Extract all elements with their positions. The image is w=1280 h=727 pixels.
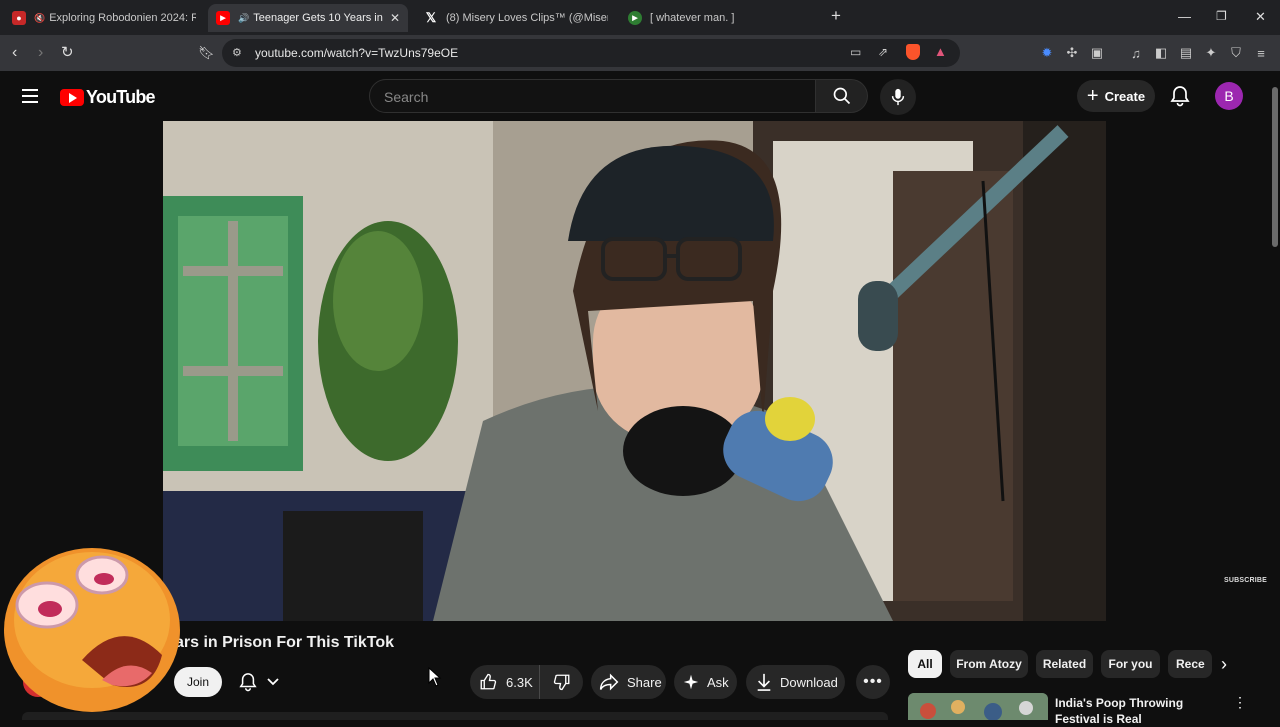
browser-toolbar: ‹ › ↻ 🔖︎ ⚙ youtube.com/watch?v=TwzUns79e… bbox=[0, 35, 1280, 71]
dislike-button[interactable] bbox=[540, 665, 583, 699]
bookmark-icon[interactable]: 🔖︎ bbox=[198, 45, 215, 61]
plus-icon: + bbox=[1086, 84, 1099, 107]
share-page-icon[interactable]: ⇗ bbox=[878, 45, 888, 59]
leo-ai-icon[interactable]: ✦ bbox=[1203, 45, 1219, 61]
music-icon[interactable]: ♫ bbox=[1128, 45, 1144, 61]
tab-label: Teenager Gets 10 Years in Pri bbox=[253, 12, 384, 24]
tab-label: [ whatever man. ] bbox=[650, 12, 735, 24]
youtube-play-icon bbox=[60, 89, 84, 106]
youtube-logo[interactable]: YouTube bbox=[60, 87, 156, 108]
wallet-icon[interactable]: ▤ bbox=[1178, 45, 1194, 61]
speaker-icon: 🔊 bbox=[238, 12, 250, 23]
microphone-icon bbox=[891, 88, 905, 106]
close-window-icon[interactable]: ✕ bbox=[1255, 9, 1266, 25]
like-button[interactable]: 6.3K bbox=[470, 665, 540, 699]
tab-label: Exploring Robodonien 2024: Rob bbox=[49, 12, 196, 24]
page-scrollbar[interactable] bbox=[1270, 71, 1280, 720]
cast-icon[interactable]: ▭ bbox=[850, 45, 861, 59]
like-count: 6.3K bbox=[506, 674, 533, 690]
media-icon[interactable]: ▣ bbox=[1089, 45, 1105, 61]
scrollbar-thumb[interactable] bbox=[1272, 87, 1278, 247]
back-icon[interactable]: ‹ bbox=[12, 44, 17, 62]
bell-icon bbox=[1170, 86, 1190, 107]
close-tab-icon[interactable]: ✕ bbox=[390, 11, 400, 25]
chevron-right-icon[interactable]: › bbox=[1212, 652, 1236, 676]
x-favicon-icon: 𝕏 bbox=[425, 10, 437, 25]
download-icon bbox=[756, 673, 772, 691]
browser-tab-bar: ● 🔇 Exploring Robodonien 2024: Rob ▶ 🔊 T… bbox=[0, 0, 1280, 35]
new-tab-icon[interactable]: + bbox=[831, 6, 841, 26]
thumbs-up-icon bbox=[480, 673, 497, 690]
search-input[interactable]: Search bbox=[369, 79, 816, 113]
sidebar-icon[interactable]: ◧ bbox=[1153, 45, 1169, 61]
address-bar[interactable]: ⚙ youtube.com/watch?v=TwzUns79eOE ▭ ⇗ ▲ bbox=[222, 39, 960, 67]
emoji-sticker-image bbox=[4, 548, 180, 712]
search-icon bbox=[833, 87, 850, 105]
youtube-favicon-icon: ▶ bbox=[216, 11, 230, 25]
restore-icon[interactable]: ❐ bbox=[1216, 9, 1227, 23]
more-actions-icon[interactable]: ••• bbox=[856, 665, 890, 699]
extension-icon[interactable]: ✹ bbox=[1039, 45, 1055, 61]
download-button[interactable]: Download bbox=[746, 665, 845, 699]
recommendation-thumbnail[interactable] bbox=[908, 693, 1048, 720]
minimize-icon[interactable]: — bbox=[1178, 9, 1191, 24]
ask-button[interactable]: Ask bbox=[674, 665, 737, 699]
site-favicon-icon: ● bbox=[12, 11, 26, 25]
sparkle-icon bbox=[683, 674, 699, 690]
tab-label: (8) Misery Loves Clips™ (@MiseryClip bbox=[446, 12, 608, 24]
browser-tab-active[interactable]: ▶ 🔊 Teenager Gets 10 Years in Pri ✕ bbox=[208, 4, 408, 32]
site-info-icon[interactable]: ⚙ bbox=[232, 46, 242, 59]
search-placeholder: Search bbox=[384, 89, 429, 105]
browser-tab[interactable]: ● 🔇 Exploring Robodonien 2024: Rob bbox=[4, 4, 204, 32]
mouse-cursor-icon bbox=[428, 667, 442, 687]
join-button[interactable]: Join bbox=[174, 667, 222, 697]
vpn-shield-icon[interactable]: ⛉ bbox=[1228, 45, 1244, 61]
chip-from-atozy[interactable]: From Atozy bbox=[950, 650, 1028, 678]
video-title: ars in Prison For This TikTok bbox=[175, 634, 395, 651]
like-dislike-group: 6.3K bbox=[470, 665, 583, 699]
browser-tab[interactable]: ▶ [ whatever man. ] bbox=[620, 4, 820, 32]
youtube-header: YouTube Search + Create B bbox=[0, 71, 1270, 121]
recommendation-title[interactable]: India's Poop Throwing Festival is Real bbox=[1055, 695, 1225, 727]
subscribe-watermark[interactable]: SUBSCRIBE bbox=[1224, 577, 1267, 584]
play-favicon-icon: ▶ bbox=[628, 11, 642, 25]
chip-all[interactable]: All bbox=[908, 650, 942, 678]
puzzle-extensions-icon[interactable]: ✣ bbox=[1064, 45, 1080, 61]
search-button[interactable] bbox=[816, 79, 868, 113]
reload-icon[interactable]: ↻ bbox=[61, 43, 74, 61]
video-frame bbox=[163, 121, 1106, 621]
chevron-down-icon bbox=[267, 678, 279, 686]
share-button[interactable]: Share bbox=[591, 665, 666, 699]
brave-rewards-icon[interactable]: ▲ bbox=[934, 44, 947, 59]
more-vertical-icon[interactable]: ⋮ bbox=[1233, 694, 1247, 711]
share-arrow-icon bbox=[599, 673, 619, 691]
chip-for-you[interactable]: For you bbox=[1101, 650, 1160, 678]
url-text: youtube.com/watch?v=TwzUns79eOE bbox=[255, 46, 459, 60]
description-panel-edge bbox=[22, 712, 888, 720]
video-player[interactable] bbox=[163, 121, 1106, 621]
voice-search-button[interactable] bbox=[880, 79, 916, 115]
brave-shield-icon[interactable] bbox=[906, 44, 920, 60]
account-avatar[interactable]: B bbox=[1215, 82, 1243, 110]
notifications-button[interactable] bbox=[1170, 85, 1190, 112]
chip-recently-uploaded[interactable]: Rece bbox=[1168, 650, 1212, 678]
forward-icon[interactable]: › bbox=[38, 44, 43, 62]
guide-menu-icon[interactable] bbox=[22, 89, 38, 103]
muted-speaker-icon: 🔇 bbox=[34, 12, 46, 23]
create-button[interactable]: + Create bbox=[1077, 80, 1155, 112]
menu-icon[interactable]: ≡ bbox=[1253, 45, 1269, 61]
thumbs-down-icon bbox=[553, 674, 569, 691]
browser-tab[interactable]: 𝕏 (8) Misery Loves Clips™ (@MiseryClip bbox=[416, 4, 616, 32]
chip-related[interactable]: Related bbox=[1036, 650, 1093, 678]
bell-icon bbox=[239, 673, 257, 692]
subscription-notification-button[interactable] bbox=[230, 667, 288, 697]
